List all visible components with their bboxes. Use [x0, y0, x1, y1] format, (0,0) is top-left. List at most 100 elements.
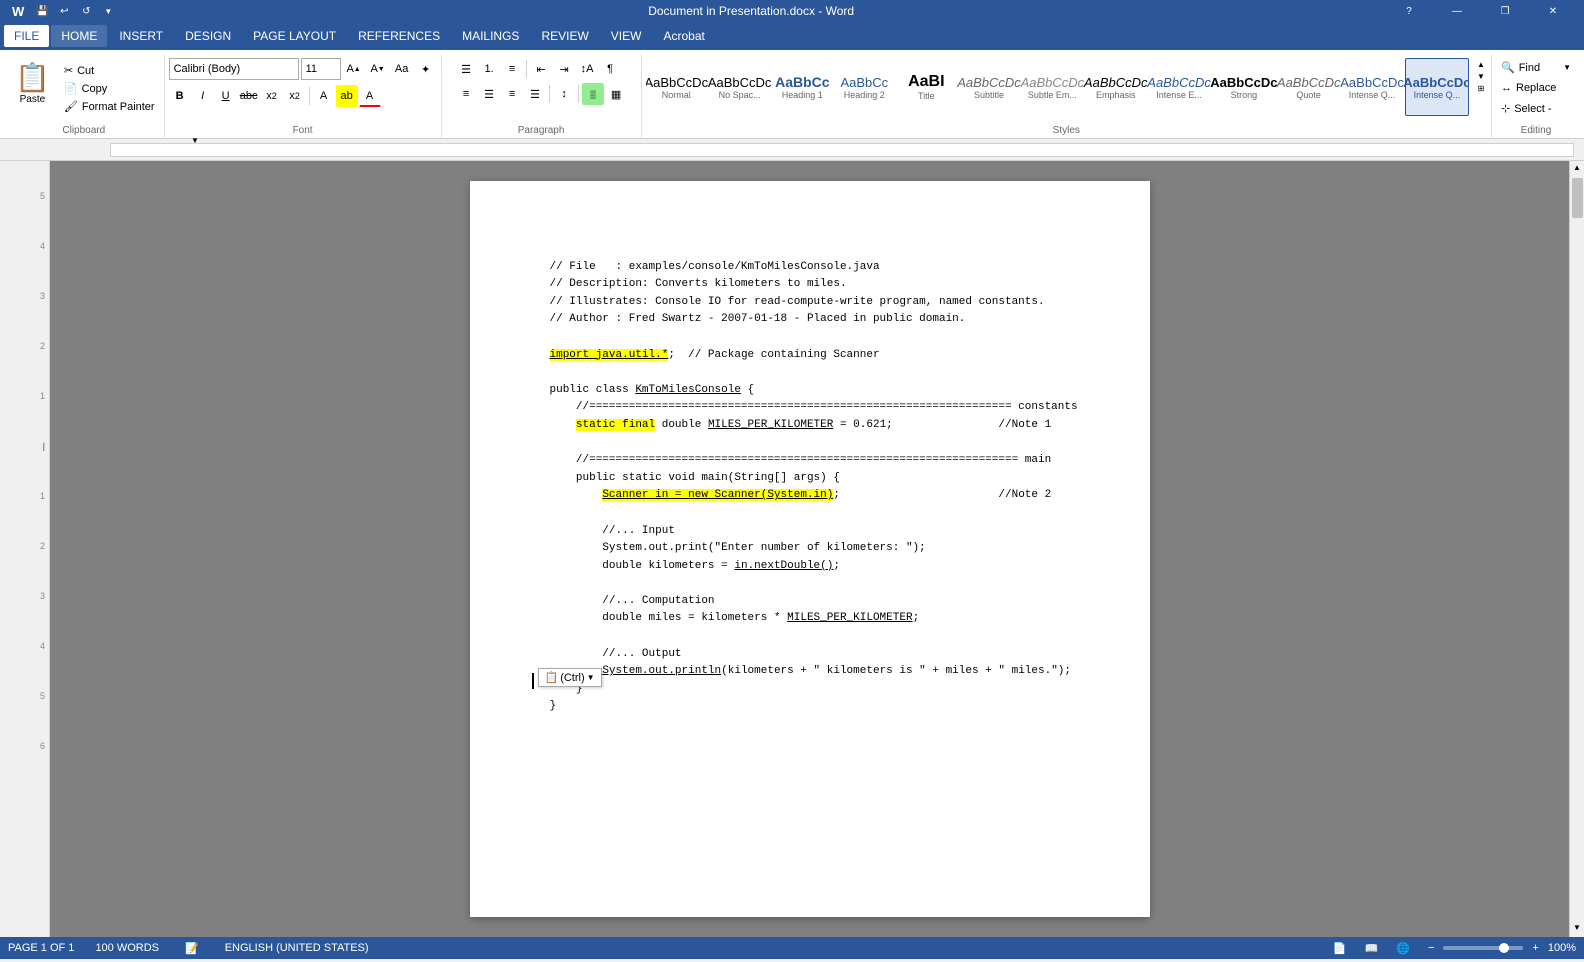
page-info: PAGE 1 OF 1 [8, 942, 74, 954]
styles-scroll-down[interactable]: ▼ [1475, 70, 1487, 82]
zoom-in-button[interactable]: + [1527, 939, 1543, 957]
menu-insert[interactable]: INSERT [109, 25, 173, 47]
multilevel-button[interactable]: ≡ [501, 58, 523, 80]
style-heading1-preview: AaBbCc [775, 74, 829, 90]
bullets-button[interactable]: ☰ [455, 58, 477, 80]
font-color-button[interactable]: A [359, 85, 381, 107]
decrease-indent-button[interactable]: ⇤ [530, 58, 552, 80]
style-subtitle[interactable]: AaBbCcDc Subtitle [958, 58, 1019, 116]
superscript-button[interactable]: x2 [284, 85, 306, 107]
menu-design[interactable]: DESIGN [175, 25, 241, 47]
borders-button[interactable]: ▦ [605, 83, 627, 105]
style-heading2[interactable]: AaBbCc Heading 2 [834, 58, 894, 116]
style-quote[interactable]: AaBbCcDc Quote [1278, 58, 1339, 116]
word-count[interactable]: 100 WORDS [90, 939, 164, 957]
quick-access-more[interactable]: ▼ [100, 3, 116, 19]
print-layout-button[interactable]: 📄 [1328, 939, 1352, 957]
font-size-input[interactable] [301, 58, 341, 80]
style-no-spacing[interactable]: AaBbCcDc No Spac... [709, 58, 770, 116]
italic-button[interactable]: I [192, 85, 214, 107]
style-intense-q2[interactable]: AaBbCcDc Intense Q... [1405, 58, 1469, 116]
bold-button[interactable]: B [169, 85, 191, 107]
line-spacing-button[interactable]: ↕ [553, 83, 575, 105]
spell-check-icon[interactable]: 📝 [180, 939, 204, 957]
miles-per-km: MILES_PER_KILOMETER [787, 612, 912, 624]
quick-access-undo[interactable]: ↩ [56, 3, 72, 19]
style-subtle-em[interactable]: AaBbCcDc Subtle Em... [1022, 58, 1083, 116]
paste-smart-tag[interactable]: 📋 (Ctrl) ▼ [538, 668, 602, 687]
code-line-out-comment: //... Output [550, 648, 682, 660]
show-marks-button[interactable]: ¶ [599, 58, 621, 80]
format-painter-icon: 🖌 [64, 100, 78, 113]
zoom-slider[interactable] [1443, 946, 1523, 950]
right-scrollbar[interactable]: ▲ ▼ [1569, 161, 1584, 937]
quick-access-save[interactable]: 💾 [34, 3, 50, 19]
align-right-button[interactable]: ≡ [501, 83, 523, 105]
format-painter-button[interactable]: 🖌 Format Painter [59, 98, 160, 115]
quick-access-redo[interactable]: ↺ [78, 3, 94, 19]
menu-review[interactable]: REVIEW [531, 25, 598, 47]
copy-button[interactable]: 📄 Copy [59, 80, 160, 97]
web-layout-button[interactable]: 🌐 [1391, 939, 1415, 957]
style-intense-em[interactable]: AaBbCcDc Intense E... [1148, 58, 1209, 116]
scroll-up-button[interactable]: ▲ [1571, 161, 1583, 174]
justify-button[interactable]: ☰ [524, 83, 546, 105]
miles-constant: MILES_PER_KILOMETER [708, 419, 833, 431]
title-bar: W 💾 ↩ ↺ ▼ Document in Presentation.docx … [0, 0, 1584, 22]
language-info[interactable]: ENGLISH (UNITED STATES) [220, 939, 374, 957]
find-button[interactable]: 🔍 Find ▼ [1496, 58, 1576, 77]
maximize-button[interactable]: ❐ [1482, 0, 1528, 22]
change-case-button[interactable]: Aa [391, 58, 413, 80]
align-left-button[interactable]: ≡ [455, 83, 477, 105]
paste-icon: 📋 [15, 61, 50, 94]
font-increase-button[interactable]: A▲ [343, 58, 365, 80]
cut-button[interactable]: ✂ Cut [59, 62, 160, 79]
menu-references[interactable]: REFERENCES [348, 25, 450, 47]
code-line-3: // Illustrates: Console IO for read-comp… [550, 296, 1045, 308]
increase-indent-button[interactable]: ⇥ [553, 58, 575, 80]
scroll-down-button[interactable]: ▼ [1573, 923, 1581, 932]
status-bar: PAGE 1 OF 1 100 WORDS 📝 ENGLISH (UNITED … [0, 937, 1584, 959]
close-button[interactable]: ✕ [1530, 0, 1576, 22]
style-intense-q2-preview: AaBbCcDc [1403, 75, 1469, 90]
text-effects-button[interactable]: A [313, 85, 335, 107]
styles-more-button[interactable]: ⊞ [1475, 82, 1487, 94]
style-emphasis[interactable]: AaBbCcDc Emphasis [1085, 58, 1146, 116]
select-button[interactable]: ⊹ Select - [1496, 99, 1576, 118]
style-intense-q[interactable]: AaBbCcDc Intense Q... [1341, 58, 1402, 116]
sort-button[interactable]: ↕A [576, 58, 598, 80]
font-decrease-button[interactable]: A▼ [367, 58, 389, 80]
read-mode-button[interactable]: 📖 [1360, 939, 1384, 957]
help-button[interactable]: ? [1386, 0, 1432, 22]
style-strong[interactable]: AaBbCcDc Strong [1212, 58, 1276, 116]
menu-page-layout[interactable]: PAGE LAYOUT [243, 25, 346, 47]
word-logo-icon: W [8, 4, 28, 19]
subscript-button[interactable]: x2 [261, 85, 283, 107]
text-highlight-button[interactable]: ab [336, 85, 358, 107]
menu-view[interactable]: VIEW [601, 25, 652, 47]
shading-button[interactable]: ▒ [582, 83, 604, 105]
style-heading1[interactable]: AaBbCc Heading 1 [772, 58, 832, 116]
align-center-button[interactable]: ☰ [478, 83, 500, 105]
underline-button[interactable]: U [215, 85, 237, 107]
replace-button[interactable]: ↔ Replace [1496, 79, 1576, 97]
styles-scroll-up[interactable]: ▲ [1475, 58, 1487, 70]
scroll-thumb[interactable] [1572, 178, 1583, 218]
ruler-marker[interactable]: ▼ [191, 136, 199, 145]
minimize-button[interactable]: — [1434, 0, 1480, 22]
styles-label: Styles [1053, 123, 1080, 138]
zoom-out-button[interactable]: − [1423, 939, 1439, 957]
paste-button[interactable]: 📋 Paste [8, 58, 57, 108]
style-normal[interactable]: AaBbCcDc Normal [646, 58, 707, 116]
menu-mailings[interactable]: MAILINGS [452, 25, 529, 47]
document-area[interactable]: // File : examples/console/KmToMilesCons… [50, 161, 1569, 937]
menu-home[interactable]: HOME [51, 25, 107, 47]
style-title[interactable]: AaBI Title [896, 58, 956, 116]
menu-acrobat[interactable]: Acrobat [653, 25, 714, 47]
code-line-static: static final double MILES_PER_KILOMETER … [550, 419, 1052, 431]
strikethrough-button[interactable]: abc [238, 85, 260, 107]
menu-file[interactable]: FILE [4, 25, 49, 47]
numbering-button[interactable]: 1. [478, 58, 500, 80]
clear-formatting-button[interactable]: ✦ [415, 58, 437, 80]
font-name-input[interactable] [169, 58, 299, 80]
